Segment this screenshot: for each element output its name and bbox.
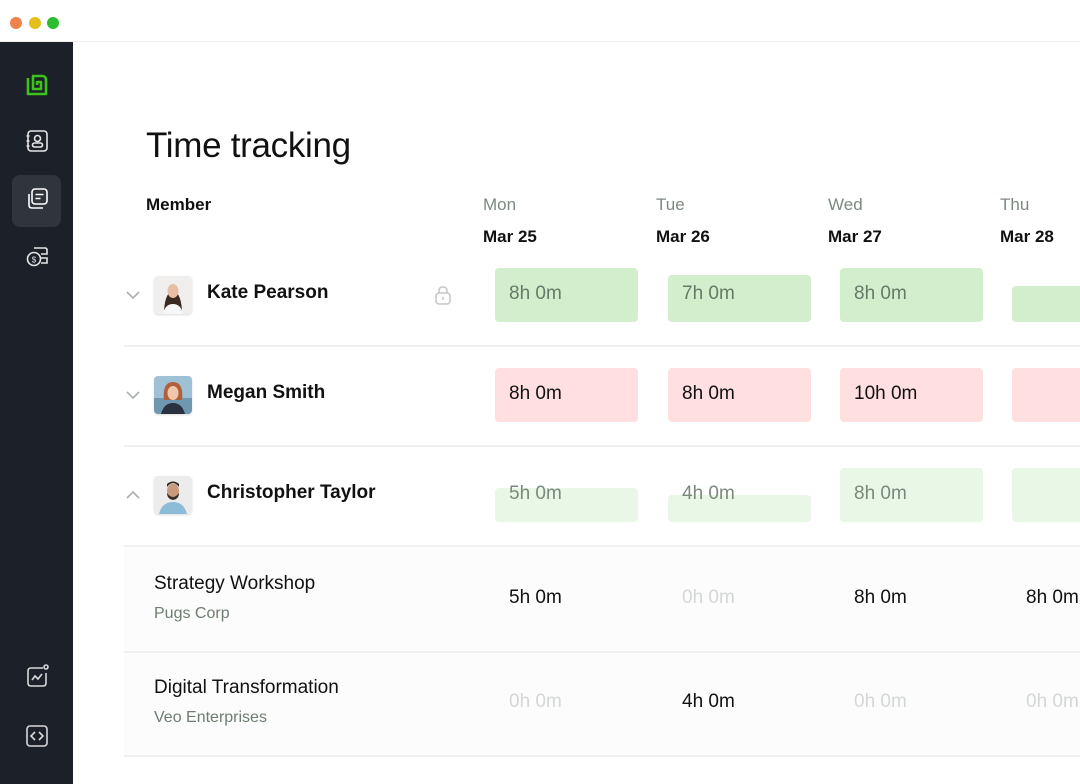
project-name: Digital Transformation <box>154 677 339 698</box>
project-client: Pugs Corp <box>154 605 230 622</box>
day-header: Tue Mar 26 <box>656 195 710 247</box>
chevron-down-icon[interactable] <box>124 386 142 404</box>
avatar <box>154 476 192 514</box>
lock-icon[interactable] <box>432 284 454 306</box>
project-row[interactable]: Strategy Workshop Pugs Corp 5h 0m 0h 0m 8h 0… <box>124 549 1080 653</box>
page-title: Time tracking <box>146 126 351 165</box>
timesheet-icon <box>24 186 50 217</box>
day-name: Thu <box>1000 195 1030 214</box>
project-name: Strategy Workshop <box>154 573 316 594</box>
project-time-value[interactable]: 0h 0m <box>509 691 562 713</box>
project-time-value[interactable]: 4h 0m <box>682 691 735 713</box>
chevron-down-icon[interactable] <box>124 286 142 304</box>
day-date: Mar 28 <box>1000 227 1054 246</box>
day-date: Mar 27 <box>828 227 882 246</box>
analytics-icon <box>24 663 50 694</box>
main-content: Time tracking Member Mon Mar 25 Tue Mar 26 W… <box>73 42 1080 784</box>
day-header: Mon Mar 25 <box>483 195 537 247</box>
member-row[interactable]: Kate Pearson 8h 0m 7h 0m 8h 0m <box>124 247 1080 347</box>
project-time-value[interactable]: 0h 0m <box>1026 691 1079 713</box>
time-entry-value: 8h 0m <box>854 483 907 504</box>
sidebar-item-home[interactable] <box>12 61 61 113</box>
sidebar-item-developer[interactable] <box>12 712 61 764</box>
project-client: Veo Enterprises <box>154 709 267 726</box>
avatar <box>154 376 192 414</box>
project-time-value[interactable]: 8h 0m <box>1026 587 1079 609</box>
day-header: Thu Mar 28 <box>1000 195 1054 247</box>
time-entry-cell[interactable] <box>1012 286 1080 322</box>
sidebar-item-time-tracking[interactable] <box>12 175 61 227</box>
time-entry-value: 4h 0m <box>682 483 735 504</box>
chevron-up-icon[interactable] <box>124 486 142 504</box>
project-time-value[interactable]: 0h 0m <box>854 691 907 713</box>
day-name: Wed <box>828 195 863 214</box>
project-time-value[interactable]: 0h 0m <box>682 587 735 609</box>
member-name[interactable]: Kate Pearson <box>207 282 328 304</box>
close-window-button[interactable] <box>10 17 22 29</box>
sidebar-item-billing[interactable]: $ <box>12 233 61 285</box>
maximize-window-button[interactable] <box>47 17 59 29</box>
avatar <box>154 276 192 314</box>
day-name: Mon <box>483 195 517 214</box>
minimize-window-button[interactable] <box>29 17 41 29</box>
member-name[interactable]: Christopher Taylor <box>207 482 376 504</box>
window-titlebar <box>0 0 1080 42</box>
project-row[interactable]: Digital Transformation Veo Enterprises 0h … <box>124 653 1080 757</box>
time-entry-cell[interactable] <box>1012 468 1080 522</box>
time-entry-value: 5h 0m <box>509 483 562 504</box>
time-entry-value: 7h 0m <box>682 283 735 304</box>
time-entry-value: 8h 0m <box>509 283 562 304</box>
member-row[interactable]: Megan Smith 8h 0m 8h 0m 10h 0m <box>124 347 1080 447</box>
time-entry-value: 8h 0m <box>509 383 562 404</box>
time-entry-value: 10h 0m <box>854 383 918 404</box>
day-name: Tue <box>656 195 685 214</box>
project-time-value[interactable]: 8h 0m <box>854 587 907 609</box>
member-column-header: Member <box>146 195 212 214</box>
sidebar: $ <box>0 42 73 784</box>
day-header: Wed Mar 27 <box>828 195 882 247</box>
svg-text:$: $ <box>31 255 36 264</box>
day-date: Mar 26 <box>656 227 710 246</box>
sidebar-item-reports[interactable] <box>12 652 61 704</box>
time-entry-value: 8h 0m <box>854 283 907 304</box>
contacts-icon <box>24 128 50 159</box>
member-name[interactable]: Megan Smith <box>207 382 325 404</box>
logo-icon <box>24 72 50 103</box>
billing-icon: $ <box>24 244 50 275</box>
time-entry-value: 8h 0m <box>682 383 735 404</box>
project-time-value[interactable]: 5h 0m <box>509 587 562 609</box>
sidebar-item-members[interactable] <box>12 117 61 169</box>
member-row[interactable]: Christopher Taylor 5h 0m 4h 0m 8h 0m <box>124 447 1080 547</box>
time-entry-cell[interactable] <box>1012 368 1080 422</box>
code-icon <box>24 723 50 754</box>
day-date: Mar 25 <box>483 227 537 246</box>
